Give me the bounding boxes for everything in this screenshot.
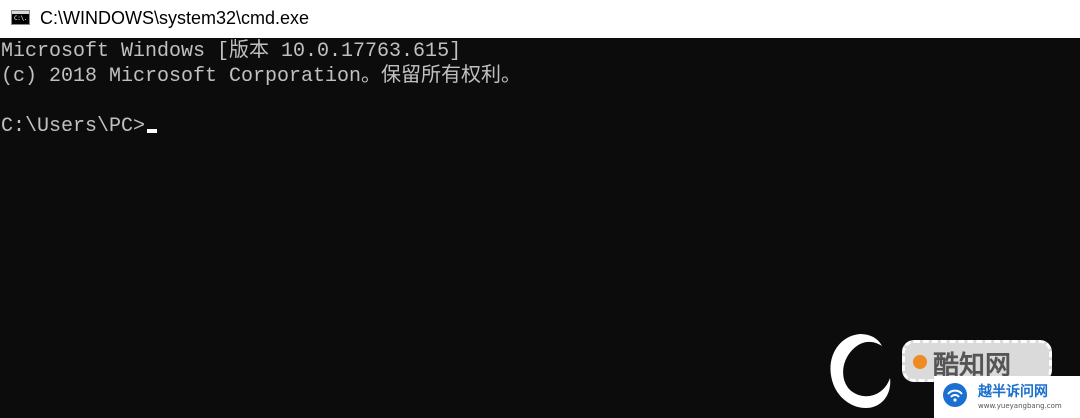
cmd-icon-bar: [12, 11, 29, 14]
title-bar[interactable]: C:\. C:\WINDOWS\system32\cmd.exe: [0, 0, 1080, 38]
console-line-version: Microsoft Windows [版本 10.0.17763.615]: [1, 40, 462, 63]
watermark-area: 酷知网 越半诉问网 www.yueyangbang.com: [824, 322, 1080, 418]
cmd-icon[interactable]: C:\.: [11, 10, 30, 25]
swirl-logo-icon: [830, 334, 891, 408]
badge-dot-icon: [913, 355, 927, 369]
cmd-icon-label: C:\.: [14, 15, 28, 22]
cmd-window: C:\. C:\WINDOWS\system32\cmd.exe Microso…: [0, 0, 1080, 418]
watermark-card-url: www.yueyangbang.com: [978, 402, 1062, 410]
console-prompt: C:\Users\PC>: [1, 115, 146, 138]
console-prompt-line[interactable]: C:\Users\PC>: [1, 114, 158, 139]
window-title: C:\WINDOWS\system32\cmd.exe: [40, 8, 310, 28]
console-line-copyright: (c) 2018 Microsoft Corporation。保留所有权利。: [1, 65, 522, 88]
wifi-logo-icon: [943, 383, 967, 407]
watermark-card-title: 越半诉问网: [978, 384, 1048, 400]
text-cursor: [147, 129, 158, 133]
watermark-card: 越半诉问网 www.yueyangbang.com: [934, 376, 1080, 418]
